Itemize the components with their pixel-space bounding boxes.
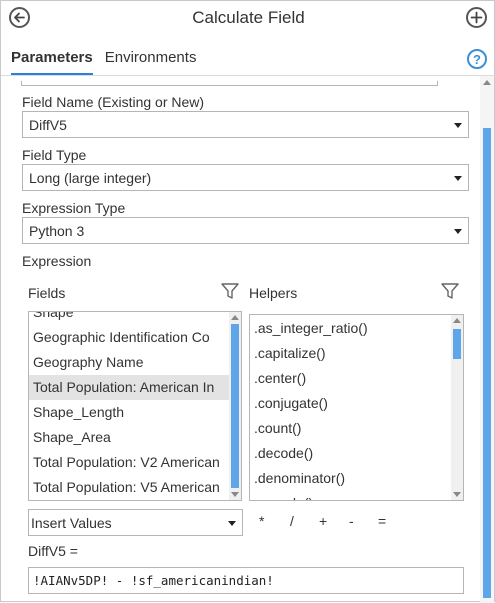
helpers-list[interactable]: .as_integer_ratio() .capitalize() .cente… xyxy=(249,314,464,501)
scroll-up-icon[interactable] xyxy=(231,315,239,320)
filter-icon[interactable] xyxy=(221,282,239,300)
list-item[interactable]: Geography Name xyxy=(29,350,241,375)
expression-code-input[interactable]: !AIANv5DP! - !sf_americanindian! xyxy=(28,567,464,594)
tab-environments[interactable]: Environments xyxy=(105,49,197,75)
equals-operator-button[interactable]: = xyxy=(378,513,386,529)
helpers-label: Helpers xyxy=(249,285,298,301)
insert-values-label: Insert Values xyxy=(31,515,112,531)
helpers-scrollbar[interactable] xyxy=(451,315,463,500)
scroll-up-icon[interactable] xyxy=(453,318,461,323)
expression-type-dropdown[interactable]: Python 3 xyxy=(22,217,469,244)
scroll-down-icon[interactable] xyxy=(231,492,239,497)
list-item[interactable]: Shape xyxy=(29,312,241,325)
expression-target-label: DiffV5 = xyxy=(28,543,78,559)
help-button[interactable]: ? xyxy=(467,49,487,69)
subtract-operator-button[interactable]: - xyxy=(349,513,354,529)
divide-operator-button[interactable]: / xyxy=(290,513,294,529)
tab-bar: Parameters Environments xyxy=(11,49,196,75)
list-item[interactable]: .as_integer_ratio() xyxy=(250,316,463,341)
add-operator-button[interactable]: + xyxy=(319,513,327,529)
pane-header: Calculate Field xyxy=(1,1,495,39)
list-item[interactable]: .conjugate() xyxy=(250,391,463,416)
scroll-thumb[interactable] xyxy=(231,324,239,488)
expression-type-label: Expression Type xyxy=(22,200,126,216)
list-item[interactable]: Geographic Identification Co xyxy=(29,325,241,350)
chevron-down-icon xyxy=(454,229,462,234)
list-item[interactable]: .encode() xyxy=(250,491,463,500)
fields-list[interactable]: Shape Geographic Identification Co Geogr… xyxy=(28,311,242,501)
chevron-down-icon xyxy=(228,521,236,526)
list-item[interactable]: .center() xyxy=(250,366,463,391)
field-type-label: Field Type xyxy=(22,147,87,163)
fields-label: Fields xyxy=(28,285,66,301)
calculate-field-pane: Calculate Field Parameters Environments … xyxy=(0,0,495,603)
list-item[interactable]: Shape_Area xyxy=(29,425,241,450)
list-item[interactable]: .decode() xyxy=(250,441,463,466)
chevron-down-icon xyxy=(454,123,462,128)
list-item[interactable]: .capitalize() xyxy=(250,341,463,366)
help-icon: ? xyxy=(473,51,481,67)
expression-label: Expression xyxy=(22,253,92,269)
scroll-up-icon[interactable] xyxy=(483,80,491,85)
field-name-value: DiffV5 xyxy=(29,117,67,133)
pane-title: Calculate Field xyxy=(192,8,305,27)
fields-scrollbar[interactable] xyxy=(229,312,241,500)
expression-type-value: Python 3 xyxy=(29,223,85,239)
tab-parameters[interactable]: Parameters xyxy=(11,49,93,75)
chevron-down-icon xyxy=(454,176,462,181)
add-button[interactable] xyxy=(466,7,487,28)
parameters-panel: Field Name (Existing or New) DiffV5 Fiel… xyxy=(1,76,479,603)
field-type-dropdown[interactable]: Long (large integer) xyxy=(22,164,469,191)
insert-values-dropdown[interactable]: Insert Values xyxy=(28,509,243,536)
scroll-thumb[interactable] xyxy=(483,128,491,598)
plus-icon xyxy=(470,11,483,24)
list-item[interactable]: Shape_Length xyxy=(29,400,241,425)
field-type-value: Long (large integer) xyxy=(29,170,152,186)
previous-input-edge xyxy=(21,81,438,86)
list-item[interactable]: Total Population: V5 American xyxy=(29,475,241,500)
list-item[interactable]: .count() xyxy=(250,416,463,441)
panel-scrollbar[interactable] xyxy=(480,76,494,603)
field-name-dropdown[interactable]: DiffV5 xyxy=(22,111,469,138)
filter-icon[interactable] xyxy=(441,282,459,300)
scroll-down-icon[interactable] xyxy=(453,492,461,497)
list-item[interactable]: Total Population: American In xyxy=(29,375,241,400)
multiply-operator-button[interactable]: * xyxy=(259,513,264,529)
field-name-label: Field Name (Existing or New) xyxy=(22,94,205,110)
scroll-thumb[interactable] xyxy=(453,329,461,359)
list-item[interactable]: .denominator() xyxy=(250,466,463,491)
list-item[interactable]: Total Population: V2 American xyxy=(29,450,241,475)
